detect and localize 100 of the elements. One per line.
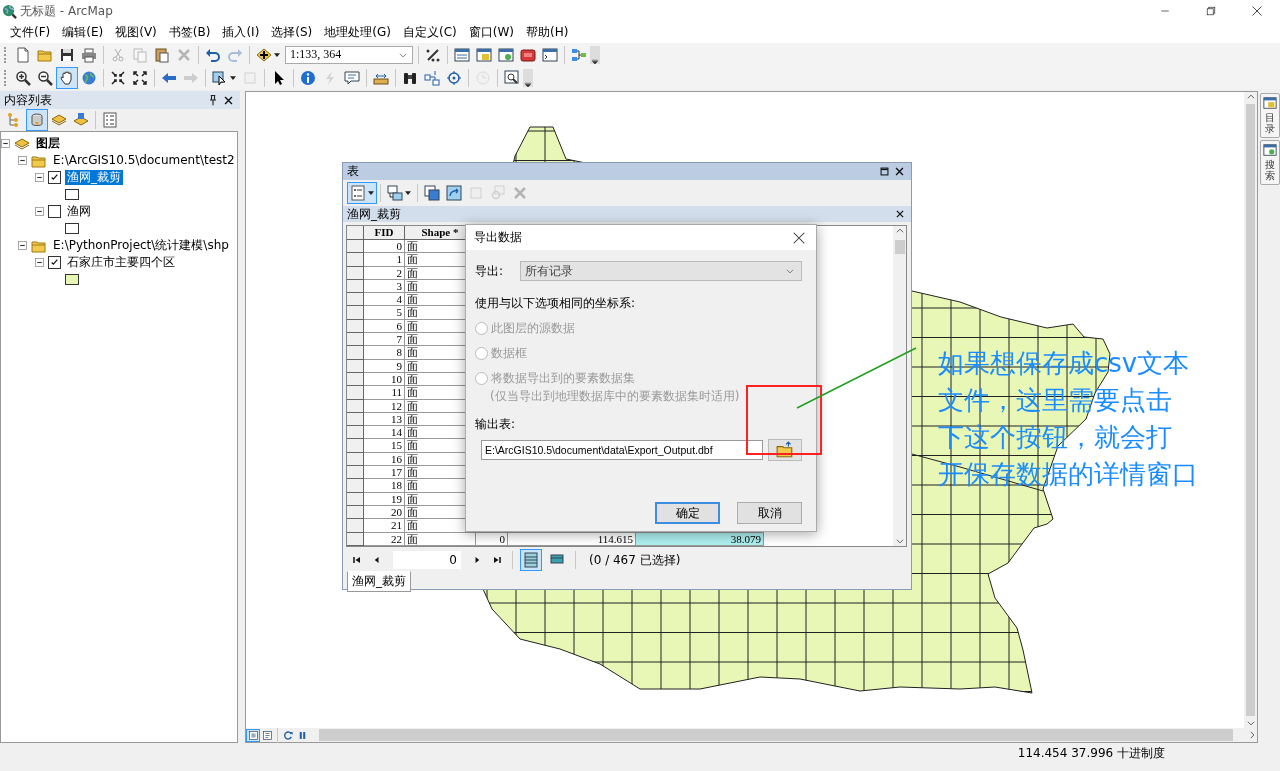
layout-view-button[interactable] xyxy=(246,728,260,742)
menu-item[interactable]: 文件(F) xyxy=(4,24,57,41)
scale-value: 1:133, 364 xyxy=(290,47,342,62)
close-icon xyxy=(894,166,905,177)
dialog-button[interactable]: 确定 xyxy=(655,502,720,524)
table-cell: 19 xyxy=(364,492,405,506)
layer-name[interactable]: 渔网_裁剪 xyxy=(65,170,123,185)
row-selector[interactable] xyxy=(347,333,364,347)
layer-checkbox[interactable] xyxy=(48,256,61,269)
layer-checkbox[interactable] xyxy=(48,205,61,218)
zoom-to-selected-icon xyxy=(490,185,506,201)
table-tab[interactable]: 渔网_裁剪 xyxy=(347,571,411,592)
row-selector[interactable] xyxy=(347,293,364,307)
panel-title: 内容列表 xyxy=(4,91,53,109)
layer-name[interactable]: 渔网 xyxy=(65,204,93,219)
collapse-icon[interactable] xyxy=(35,207,44,216)
table-cell: 15 xyxy=(364,439,405,453)
table-options-button[interactable] xyxy=(347,182,377,204)
row-selector[interactable] xyxy=(347,386,364,400)
row-selector[interactable] xyxy=(347,306,364,320)
table-cell: 10 xyxy=(364,372,405,387)
window-title: 无标题 - ArcMap xyxy=(20,2,113,20)
caret-icon xyxy=(274,52,280,57)
collapse-icon[interactable] xyxy=(18,241,27,250)
table-window-icon xyxy=(454,46,470,63)
row-selector[interactable] xyxy=(347,519,364,533)
toolbar-overflow-button[interactable] xyxy=(590,45,600,64)
toolbar-overflow-button[interactable] xyxy=(523,68,533,87)
tree-root-label[interactable]: 图层 xyxy=(34,136,62,151)
window-title: 表 xyxy=(347,163,360,180)
collapse-icon[interactable] xyxy=(18,156,27,165)
route-icon xyxy=(424,69,440,86)
close-icon xyxy=(223,94,234,106)
table-title: 渔网_裁剪 xyxy=(347,205,402,223)
hand-button[interactable] xyxy=(56,66,78,89)
collapse-icon[interactable] xyxy=(1,139,10,148)
menu-item[interactable]: 书签(B) xyxy=(162,24,217,41)
add-data-icon xyxy=(256,46,272,63)
browse-folder-button[interactable] xyxy=(768,439,802,461)
row-selector-header[interactable] xyxy=(347,226,364,240)
magnifier-window-icon xyxy=(504,69,520,86)
row-selector[interactable] xyxy=(347,466,364,480)
delete-icon xyxy=(512,185,528,201)
menu-item[interactable]: 窗口(W) xyxy=(462,24,520,41)
switch-selection-button[interactable] xyxy=(443,182,465,204)
output-path-field[interactable]: E:\ArcGIS10.5\document\data\Export_Output.dbf xyxy=(481,440,764,460)
zoom-in-icon xyxy=(15,69,31,86)
menu-item[interactable]: 选择(S) xyxy=(265,24,319,41)
caret-icon xyxy=(405,191,411,195)
option-note: (仅当导出到地理数据库中的要素数据集时适用) xyxy=(489,388,741,405)
data-view-button[interactable] xyxy=(260,728,274,742)
layer-name[interactable]: 石家庄市主要四个区 xyxy=(65,255,177,270)
search-window-icon xyxy=(498,46,514,63)
row-selector[interactable] xyxy=(347,240,364,254)
database-button[interactable] xyxy=(26,109,48,131)
refresh-button[interactable] xyxy=(281,728,295,742)
catalog-icon xyxy=(1263,96,1277,110)
toolbar-grip[interactable] xyxy=(4,69,9,86)
row-selector[interactable] xyxy=(347,253,364,267)
table-cell: 18 xyxy=(364,479,405,493)
close-icon xyxy=(895,209,905,219)
maximize-button[interactable] xyxy=(877,166,892,177)
target-icon xyxy=(446,69,462,86)
menu-item[interactable]: 地理处理(G) xyxy=(318,24,397,41)
dialog-button[interactable]: 取消 xyxy=(737,502,802,524)
menu-item[interactable]: 视图(V) xyxy=(109,24,163,41)
column-header[interactable]: FID xyxy=(364,226,405,240)
speech-bubble-icon xyxy=(344,69,360,86)
checkmark-icon xyxy=(50,258,59,267)
select-features-icon xyxy=(212,69,228,86)
related-tables-icon xyxy=(387,185,403,201)
record-field[interactable]: 0 xyxy=(393,551,461,569)
scrollbar-thumb[interactable] xyxy=(1246,104,1255,716)
folder-path[interactable]: E:\PythonProject\统计建模\shp xyxy=(51,238,231,253)
row-selector[interactable] xyxy=(347,439,364,453)
pin-icon xyxy=(207,94,219,106)
menu-item[interactable]: 编辑(E) xyxy=(56,24,110,41)
dock-tab[interactable]: 搜索 xyxy=(1260,140,1280,185)
menu-item[interactable]: 自定义(C) xyxy=(396,24,463,41)
menu-item[interactable]: 帮助(H) xyxy=(519,24,575,41)
menu-item[interactable]: 插入(I) xyxy=(216,24,266,41)
layer-checkbox[interactable] xyxy=(48,171,61,184)
select-by-attributes-button[interactable] xyxy=(421,182,443,204)
folder-path[interactable]: E:\ArcGIS10.5\document\test2 xyxy=(51,153,237,168)
scale-combo[interactable]: 1:133, 364 xyxy=(285,45,413,64)
row-selector[interactable] xyxy=(347,479,364,493)
table-cell: 3 xyxy=(364,279,405,294)
collapse-icon[interactable] xyxy=(35,258,44,267)
row-selector[interactable] xyxy=(347,346,364,360)
close-icon xyxy=(1251,5,1263,17)
collapse-icon[interactable] xyxy=(35,173,44,182)
scrollbar-thumb[interactable] xyxy=(894,240,905,254)
table-cell: 13 xyxy=(364,412,405,427)
row-selector[interactable] xyxy=(347,426,364,440)
related-tables-button[interactable] xyxy=(384,182,414,204)
dock-tab[interactable]: 目录 xyxy=(1260,93,1280,138)
scrollbar-thumb[interactable] xyxy=(319,729,1233,741)
clear-selection-icon xyxy=(242,69,258,86)
all-records-button[interactable] xyxy=(520,549,542,571)
toolbar-grip[interactable] xyxy=(4,46,9,63)
